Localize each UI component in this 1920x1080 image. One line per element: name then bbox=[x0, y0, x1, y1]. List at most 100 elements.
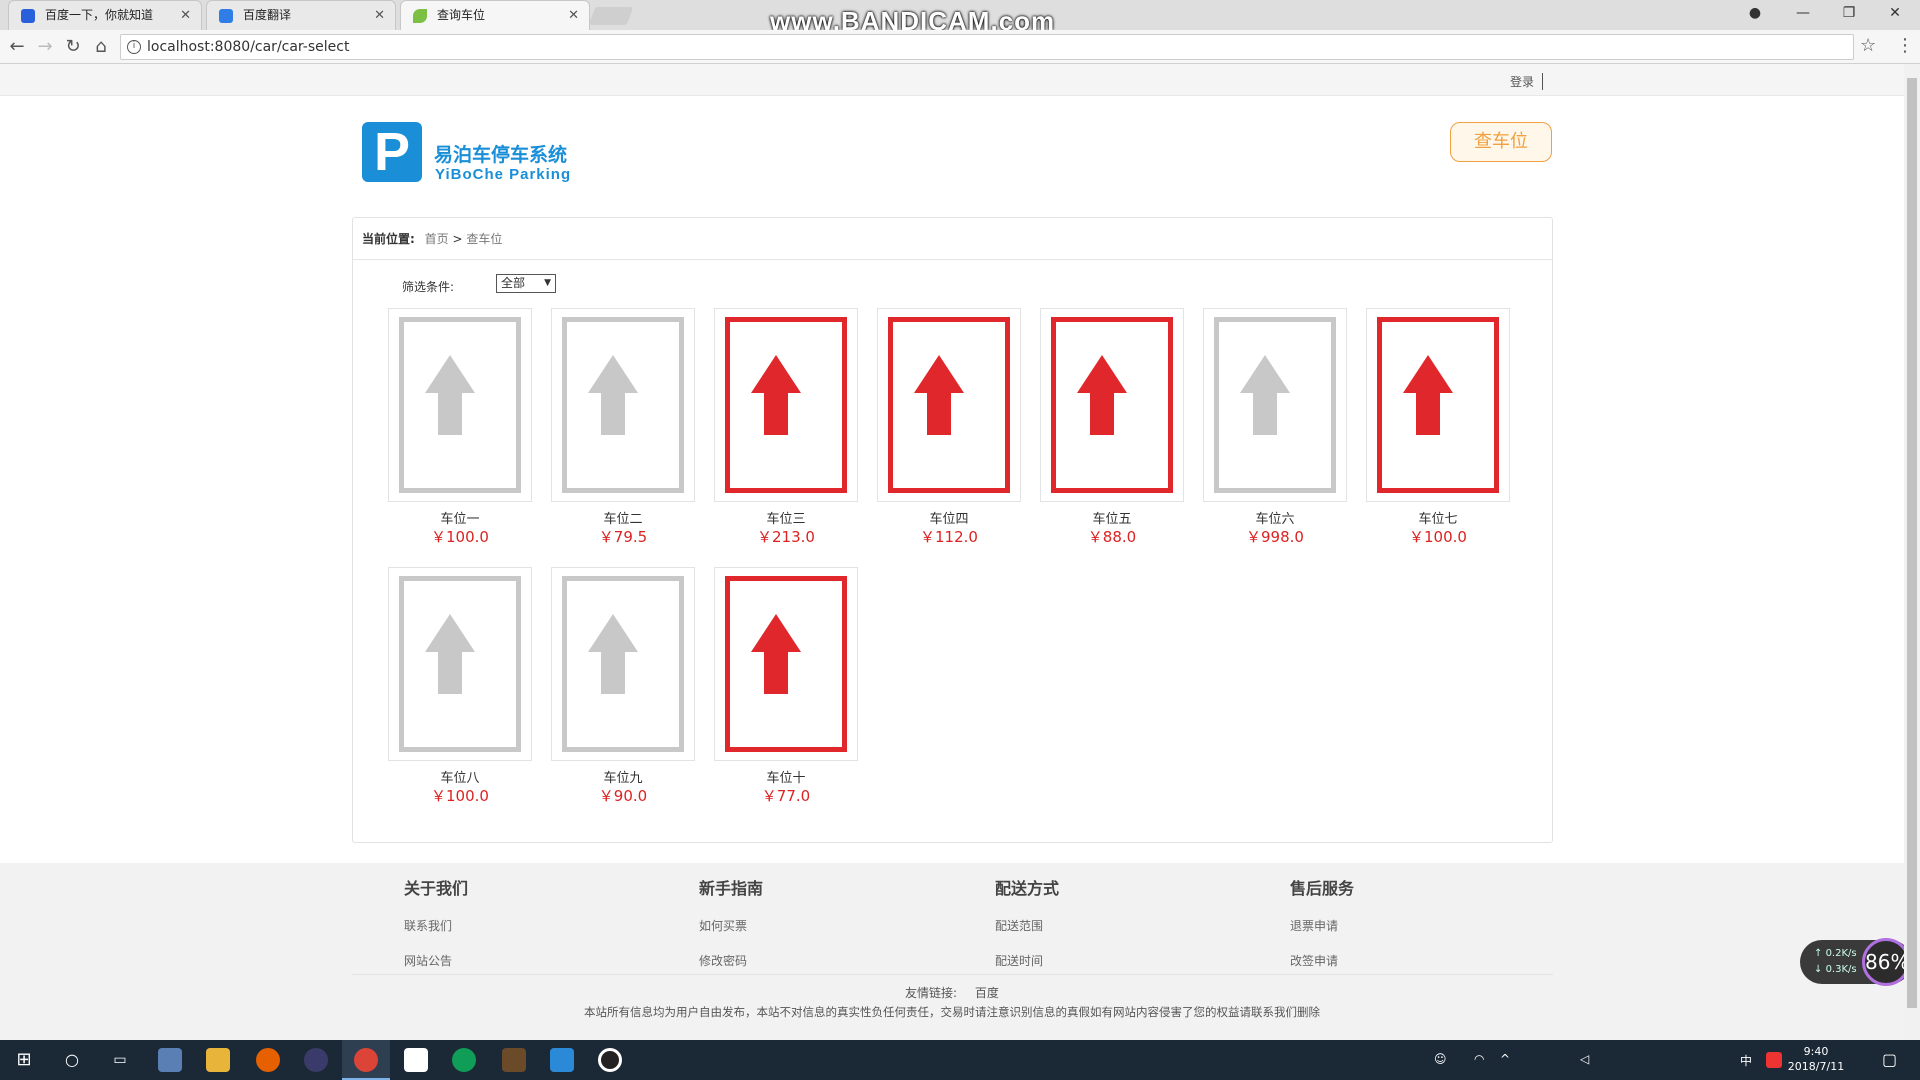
computer-app-icon[interactable] bbox=[158, 1048, 182, 1072]
ime-indicator[interactable]: 中 bbox=[1740, 1052, 1752, 1069]
tab-baidu-translate[interactable]: 百度翻译 ✕ bbox=[206, 0, 396, 30]
breadcrumb-home[interactable]: 首页 bbox=[425, 232, 449, 246]
parking-slot[interactable]: 车位七 ￥100.0 bbox=[1366, 308, 1510, 546]
footer-link[interactable]: 联系我们 bbox=[404, 917, 468, 934]
new-tab-button[interactable] bbox=[588, 7, 634, 25]
upload-speed-value: 0.2K/s bbox=[1825, 948, 1857, 959]
wifi-icon[interactable]: ◠ bbox=[1474, 1052, 1484, 1066]
parking-slot[interactable]: 车位九 ￥90.0 bbox=[551, 567, 695, 805]
close-icon[interactable]: ✕ bbox=[180, 1, 191, 30]
minimize-icon[interactable]: — bbox=[1780, 0, 1826, 28]
bookmark-star-icon[interactable]: ☆ bbox=[1860, 35, 1876, 56]
footer: 关于我们 联系我们 网站公告 新手指南 如何买票 修改密码 配送方式 配送范围 … bbox=[0, 863, 1904, 1040]
firefox-icon[interactable] bbox=[256, 1048, 280, 1072]
close-icon[interactable]: ✕ bbox=[374, 1, 385, 30]
slot-card[interactable] bbox=[551, 308, 695, 502]
query-slot-button[interactable]: 查车位 bbox=[1450, 122, 1552, 162]
volume-icon[interactable]: ◁ bbox=[1580, 1052, 1589, 1066]
parking-slot[interactable]: 车位五 ￥88.0 bbox=[1040, 308, 1184, 546]
slot-price: ￥88.0 bbox=[1087, 528, 1137, 546]
page-scrollbar[interactable] bbox=[1904, 64, 1920, 1040]
up-arrow-icon bbox=[751, 355, 801, 435]
info-icon[interactable]: i bbox=[127, 40, 141, 54]
close-icon[interactable]: ✕ bbox=[568, 1, 579, 30]
parking-slot[interactable]: 车位四 ￥112.0 bbox=[877, 308, 1021, 546]
slot-card[interactable] bbox=[388, 567, 532, 761]
browser-360-icon[interactable] bbox=[452, 1048, 476, 1072]
slot-card[interactable] bbox=[388, 308, 532, 502]
slot-name: 车位二 bbox=[603, 512, 643, 527]
address-bar[interactable]: i localhost:8080/car/car-select bbox=[120, 34, 1854, 60]
footer-link[interactable]: 如何买票 bbox=[699, 917, 763, 934]
slot-card[interactable] bbox=[714, 308, 858, 502]
eclipse-icon[interactable] bbox=[304, 1048, 328, 1072]
file-explorer-icon[interactable] bbox=[206, 1048, 230, 1072]
chrome-icon[interactable] bbox=[354, 1048, 378, 1072]
footer-link[interactable]: 修改密码 bbox=[699, 952, 763, 969]
clock[interactable]: 9:40 2018/7/11 bbox=[1784, 1044, 1848, 1074]
slot-card[interactable] bbox=[714, 567, 858, 761]
filter-select[interactable]: 全部 ▼ bbox=[496, 274, 556, 293]
scrollbar-thumb[interactable] bbox=[1907, 78, 1917, 1008]
friend-link-baidu[interactable]: 百度 bbox=[975, 986, 999, 1000]
parking-slot[interactable]: 车位十 ￥77.0 bbox=[714, 567, 858, 805]
parking-slot[interactable]: 车位八 ￥100.0 bbox=[388, 567, 532, 805]
slot-price: ￥90.0 bbox=[598, 787, 648, 805]
slot-card[interactable] bbox=[877, 308, 1021, 502]
footer-col-title: 关于我们 bbox=[404, 879, 469, 898]
network-speed-widget[interactable]: ↑ 0.2K/s ↓ 0.3K/s 86% bbox=[1800, 938, 1904, 986]
breadcrumb-separator: > bbox=[452, 232, 463, 246]
breadcrumb: 当前位置: 首页 > 查车位 bbox=[353, 218, 1552, 260]
home-icon[interactable]: ⌂ bbox=[90, 36, 112, 58]
footer-link[interactable]: 配送时间 bbox=[995, 952, 1059, 969]
breadcrumb-current: 查车位 bbox=[466, 232, 503, 246]
parking-slot[interactable]: 车位二 ￥79.5 bbox=[551, 308, 695, 546]
sogou-icon[interactable] bbox=[1766, 1052, 1782, 1068]
login-link[interactable]: 登录 bbox=[1510, 73, 1544, 90]
back-icon[interactable]: ← bbox=[6, 36, 28, 58]
cortana-icon[interactable]: ○ bbox=[60, 1048, 84, 1072]
slot-card[interactable] bbox=[1203, 308, 1347, 502]
record-icon[interactable] bbox=[598, 1048, 622, 1072]
close-window-icon[interactable]: ✕ bbox=[1872, 0, 1918, 28]
footer-col-title: 新手指南 bbox=[699, 879, 764, 898]
reload-icon[interactable]: ↻ bbox=[62, 36, 84, 58]
restore-icon[interactable]: ❐ bbox=[1826, 0, 1872, 28]
translate-icon bbox=[219, 9, 233, 23]
people-icon[interactable]: ☺ bbox=[1434, 1052, 1447, 1066]
slot-price: ￥79.5 bbox=[598, 528, 648, 546]
logo-title-en: YiBoChe Parking bbox=[435, 166, 572, 183]
slot-card[interactable] bbox=[551, 567, 695, 761]
parking-slot[interactable]: 车位六 ￥998.0 bbox=[1203, 308, 1347, 546]
filter-selected-value: 全部 bbox=[501, 276, 526, 290]
slot-card[interactable] bbox=[1040, 308, 1184, 502]
writer-icon[interactable] bbox=[550, 1048, 574, 1072]
tab-car-select[interactable]: 查询车位 ✕ bbox=[400, 0, 590, 30]
footer-col-about: 关于我们 联系我们 网站公告 bbox=[404, 875, 468, 969]
chevron-up-icon[interactable]: ^ bbox=[1500, 1052, 1510, 1066]
footer-link[interactable]: 改签申请 bbox=[1290, 952, 1354, 969]
baidu-netdisk-icon[interactable] bbox=[404, 1048, 428, 1072]
footer-link[interactable]: 配送范围 bbox=[995, 917, 1059, 934]
profile-icon[interactable]: ● bbox=[1732, 0, 1778, 28]
up-arrow-icon bbox=[588, 355, 638, 435]
windows-start-icon[interactable]: ⊞ bbox=[12, 1048, 36, 1072]
parking-slot[interactable]: 车位三 ￥213.0 bbox=[714, 308, 858, 546]
slot-price: ￥100.0 bbox=[431, 787, 489, 805]
footer-link[interactable]: 网站公告 bbox=[404, 952, 468, 969]
clock-time: 9:40 bbox=[1803, 1045, 1829, 1058]
parking-slot[interactable]: 车位一 ￥100.0 bbox=[388, 308, 532, 546]
footer-col-service: 售后服务 退票申请 改签申请 bbox=[1290, 875, 1354, 969]
game-app-icon[interactable] bbox=[502, 1048, 526, 1072]
tab-baidu[interactable]: 百度一下，你就知道 ✕ bbox=[8, 0, 202, 30]
slot-card[interactable] bbox=[1366, 308, 1510, 502]
forward-icon[interactable]: → bbox=[34, 36, 56, 58]
top-strip: 登录 bbox=[0, 64, 1904, 96]
up-arrow-icon bbox=[588, 614, 638, 694]
task-view-icon[interactable]: ▭ bbox=[108, 1048, 132, 1072]
footer-link[interactable]: 退票申请 bbox=[1290, 917, 1354, 934]
dropdown-arrow-icon: ▼ bbox=[544, 278, 551, 288]
menu-dots-icon[interactable]: ⋮ bbox=[1896, 35, 1914, 56]
up-arrow-icon bbox=[751, 614, 801, 694]
notification-icon[interactable]: ▢ bbox=[1882, 1050, 1897, 1069]
